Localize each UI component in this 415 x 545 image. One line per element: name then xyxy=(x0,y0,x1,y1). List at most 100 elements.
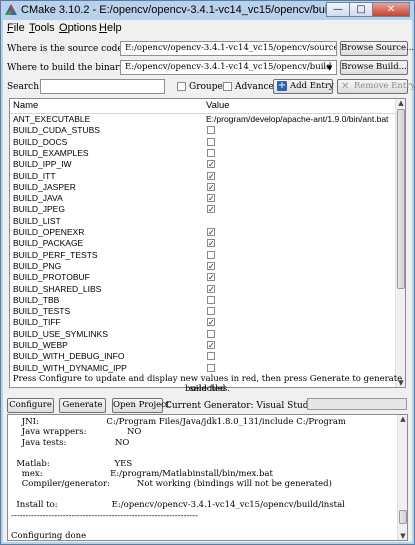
table-row[interactable]: BUILD_PROTOBUF ✓ xyxy=(10,272,395,283)
menu-options[interactable]: Options xyxy=(59,22,97,34)
table-scrollbar[interactable]: ▲ ▼ xyxy=(395,99,405,387)
add-entry-button[interactable]: + Add Entry xyxy=(273,79,334,94)
output-scroll-thumb[interactable] xyxy=(399,510,407,524)
table-row[interactable]: BUILD_PNG ✓ xyxy=(10,261,395,272)
cache-entry-name: BUILD_TIFF xyxy=(13,317,61,328)
cache-entry-checkbox[interactable]: ✓ xyxy=(207,205,215,214)
remove-entry-button[interactable]: ✕ Remove Entry xyxy=(337,79,415,94)
table-row[interactable]: BUILD_JASPER ✓ xyxy=(10,182,395,193)
grouped-checkbox[interactable] xyxy=(177,82,186,91)
cache-entry-checkbox[interactable]: ✓ xyxy=(207,341,215,350)
output-scrollbar[interactable]: ▲ ▼ xyxy=(397,415,407,540)
cache-entry-checkbox[interactable]: ✓ xyxy=(207,171,215,180)
table-row[interactable]: BUILD_SHARED_LIBS ✓ xyxy=(10,284,395,295)
generate-button[interactable]: Generate xyxy=(59,398,106,413)
table-row[interactable]: BUILD_OPENEXR ✓ xyxy=(10,227,395,238)
table-row[interactable]: BUILD_EXAMPLES xyxy=(10,148,395,159)
menu-file[interactable]: File xyxy=(7,22,25,34)
cache-table: Name Value ANT_EXECUTABLE E:/program/deve… xyxy=(9,98,406,388)
table-row[interactable]: BUILD_WITH_DEBUG_INFO xyxy=(10,351,395,362)
build-path-combobox[interactable]: E:/opencv/opencv-3.4.1-vc14_vc15/opencv/… xyxy=(120,60,337,75)
table-row[interactable]: BUILD_PERF_TESTS xyxy=(10,250,395,261)
scroll-up-arrow-icon[interactable]: ▲ xyxy=(396,99,405,107)
cache-entry-name: BUILD_CUDA_STUBS xyxy=(13,125,100,136)
cache-entry-checkbox[interactable] xyxy=(207,250,215,259)
column-header-name[interactable]: Name xyxy=(13,100,38,111)
table-row[interactable]: BUILD_PACKAGE ✓ xyxy=(10,238,395,249)
cache-entry-name: BUILD_TBB xyxy=(13,294,60,305)
output-line: Matlab: YES xyxy=(11,458,133,469)
browse-source-button[interactable]: Browse Source... xyxy=(340,41,414,56)
cache-entry-name: BUILD_PNG xyxy=(13,260,62,271)
table-row[interactable]: BUILD_JAVA ✓ xyxy=(10,193,395,204)
cache-entry-name: BUILD_TESTS xyxy=(13,306,71,317)
table-row[interactable]: BUILD_TESTS xyxy=(10,306,395,317)
table-scroll-thumb[interactable] xyxy=(397,109,405,289)
cache-entry-checkbox[interactable]: ✓ xyxy=(207,194,215,203)
build-label: Where to build the binaries: xyxy=(7,63,136,73)
cmake-window: CMake 3.10.2 - E:/opencv/opencv-3.4.1-vc… xyxy=(0,0,415,545)
cache-entry-checkbox[interactable]: ✓ xyxy=(207,284,215,293)
table-row[interactable]: BUILD_IPP_IW ✓ xyxy=(10,159,395,170)
menu-tools[interactable]: Tools xyxy=(29,22,55,34)
configure-button[interactable]: Configure xyxy=(7,398,54,413)
table-row[interactable]: BUILD_TIFF ✓ xyxy=(10,317,395,328)
cache-entry-checkbox[interactable] xyxy=(207,126,215,135)
table-row[interactable]: BUILD_TBB xyxy=(10,295,395,306)
output-line: Java wrappers: NO xyxy=(11,427,142,438)
table-row[interactable]: ANT_EXECUTABLE E:/program/develop/apache-… xyxy=(10,114,395,125)
table-row[interactable]: BUILD_JPEG ✓ xyxy=(10,204,395,215)
dropdown-arrow-icon[interactable]: ▼ xyxy=(327,64,332,72)
close-button[interactable]: ✕ xyxy=(372,2,410,17)
output-line: Java tests: NO xyxy=(11,437,130,448)
maximize-button[interactable]: □ xyxy=(349,2,373,17)
cache-entry-checkbox[interactable] xyxy=(207,148,215,157)
output-line: mex: E:/program/Matlabinstall/bin/mex.ba… xyxy=(11,469,273,479)
cache-entry-name: BUILD_JAVA xyxy=(13,193,63,204)
advanced-checkbox[interactable] xyxy=(223,82,232,91)
cache-entry-checkbox[interactable]: ✓ xyxy=(207,273,215,282)
cache-entry-name: BUILD_WITH_DEBUG_INFO xyxy=(13,351,125,362)
cache-entry-checkbox[interactable] xyxy=(207,307,215,316)
column-header-value[interactable]: Value xyxy=(206,100,230,111)
cache-entry-checkbox[interactable] xyxy=(207,295,215,304)
cache-entry-checkbox[interactable]: ✓ xyxy=(207,239,215,248)
search-input[interactable] xyxy=(40,79,165,94)
output-scroll-up-arrow-icon[interactable]: ▲ xyxy=(398,415,407,423)
cmake-app-icon xyxy=(5,4,17,15)
table-row[interactable]: BUILD_WITH_DYNAMIC_IPP xyxy=(10,363,395,374)
cache-entry-name: BUILD_JASPER xyxy=(13,181,76,192)
cache-entry-name: BUILD_SHARED_LIBS xyxy=(13,283,102,294)
cache-entry-name: ANT_EXECUTABLE xyxy=(13,114,91,124)
minimize-button[interactable]: — xyxy=(326,2,350,17)
cache-entry-value[interactable]: E:/program/develop/apache-ant/1.9.0/bin/… xyxy=(206,114,388,125)
cache-entry-checkbox[interactable]: ✓ xyxy=(207,318,215,327)
table-row[interactable]: BUILD_LIST xyxy=(10,216,395,227)
progress-bar xyxy=(307,398,407,410)
cache-entry-checkbox[interactable] xyxy=(207,352,215,361)
output-line: Configuring done xyxy=(11,531,87,541)
cache-entry-checkbox[interactable]: ✓ xyxy=(207,182,215,191)
output-scroll-down-arrow-icon[interactable]: ▼ xyxy=(398,532,407,540)
source-path-field[interactable]: E:/opencv/opencv-3.4.1-vc14_vc15/opencv/… xyxy=(120,41,337,56)
cache-entry-name: BUILD_PACKAGE xyxy=(13,238,84,249)
window-title: CMake 3.10.2 - E:/opencv/opencv-3.4.1-vc… xyxy=(21,4,336,16)
cache-entry-checkbox[interactable] xyxy=(207,329,215,338)
source-label: Where is the source code: xyxy=(7,44,126,54)
table-row[interactable]: BUILD_CUDA_STUBS xyxy=(10,125,395,136)
open-project-button[interactable]: Open Project xyxy=(112,398,169,413)
cache-entry-checkbox[interactable] xyxy=(207,363,215,372)
cache-entry-checkbox[interactable]: ✓ xyxy=(207,160,215,169)
output-log[interactable]: JNI: C:/Program Files/Java/jdk1.8.0_131/… xyxy=(7,414,408,541)
table-row[interactable]: BUILD_DOCS xyxy=(10,137,395,148)
table-row[interactable]: BUILD_USE_SYMLINKS xyxy=(10,329,395,340)
cache-entry-checkbox[interactable] xyxy=(207,137,215,146)
browse-build-button[interactable]: Browse Build... xyxy=(340,60,408,75)
table-row[interactable]: BUILD_ITT ✓ xyxy=(10,171,395,182)
cache-entry-checkbox[interactable]: ✓ xyxy=(207,261,215,270)
title-bar[interactable]: CMake 3.10.2 - E:/opencv/opencv-3.4.1-vc… xyxy=(1,1,414,19)
menu-help[interactable]: Help xyxy=(99,22,122,34)
cache-entry-name: BUILD_PERF_TESTS xyxy=(13,249,98,260)
table-row[interactable]: BUILD_WEBP ✓ xyxy=(10,340,395,351)
cache-entry-checkbox[interactable]: ✓ xyxy=(207,228,215,237)
